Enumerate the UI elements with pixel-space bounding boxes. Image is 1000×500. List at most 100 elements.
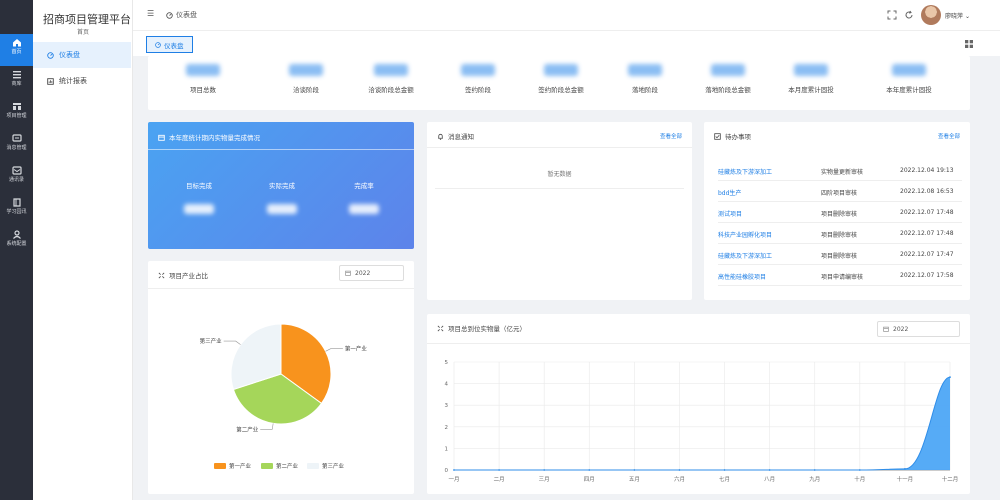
todo-title-text: 待办事项 [725,133,751,141]
data-point[interactable] [813,469,816,471]
stat-item: 本月度累计固投 [771,64,851,94]
table-row[interactable]: 硅藏炼及下游深加工 实物量更新审核 2022.12.04 19:13 [718,160,962,181]
book-icon [12,198,21,207]
pie-label: 第三产业 [200,337,223,345]
menu-item-dashboard[interactable]: 仪表盘 [33,42,131,68]
y-tick-label: 5 [445,360,449,366]
target-completion: 目标完成 [164,180,234,214]
notice-title: 消息通知 [437,131,474,141]
value-blurred [184,204,214,214]
data-point[interactable] [858,469,861,471]
icon-rail: 首页 商库 项目管理 消息管理 通讯录 学习园讯 系统配置 [0,0,33,500]
todo-time: 2022.12.07 17:48 [900,209,954,216]
top-header: ☰ 仪表盘 廖晓萍 ⌄ [133,0,1000,30]
table-row[interactable]: 科技产业园孵化项目 项目删除审核 2022.12.07 17:48 [718,223,962,244]
table-row[interactable]: 硅藏炼及下游深加工 项目删除审核 2022.12.07 17:47 [718,244,962,265]
investment-title: 项目总到位实物量（亿元） [437,323,526,333]
x-tick-label: 十月 [854,475,865,483]
rail-item-projects[interactable]: 项目管理 [0,98,33,130]
todo-type: 项目删除审核 [821,211,858,218]
data-point[interactable] [904,468,906,470]
rail-item-learning[interactable]: 学习园讯 [0,194,33,226]
stat-item: 签约阶段总金额 [521,64,601,94]
pie-leader-line [325,348,343,352]
stat-label: 本年度累计固投 [886,86,932,94]
legend-swatch [307,463,319,469]
user-avatar[interactable] [921,5,941,25]
rail-item-settings[interactable]: 系统配置 [0,226,33,258]
data-point[interactable] [498,469,500,471]
home-icon [12,39,21,47]
collapse-menu-icon[interactable]: ☰ [147,9,154,18]
rail-item-messages[interactable]: 消息管理 [0,130,33,162]
tab-dashboard[interactable]: 仪表盘 [146,36,193,53]
stat-value-blurred [461,64,495,76]
year-select[interactable]: 2022 [339,265,404,281]
year-select[interactable]: 2022 [877,321,960,337]
data-point[interactable] [543,469,546,471]
todo-name[interactable]: bdd生产 [718,188,741,197]
list-icon [12,71,21,79]
y-tick-label: 4 [445,382,449,388]
data-point[interactable] [453,469,455,471]
todo-name[interactable]: 高性能硅橡胶项目 [718,272,766,281]
legend-item[interactable]: 第二产业 [261,462,298,470]
user-menu[interactable]: 廖晓萍 ⌄ [945,11,970,20]
grid-icon[interactable] [965,40,973,48]
sidebar: 招商项目管理平台 首页 仪表盘 统计报表 [33,0,133,500]
value-blurred [267,204,297,214]
table-row[interactable]: 高性能硅橡胶项目 项目申请编审核 2022.12.07 17:58 [718,265,962,286]
todo-name[interactable]: 硅藏炼及下游深加工 [718,167,772,176]
divider [148,288,414,289]
legend-label: 第三产业 [322,464,345,470]
fullscreen-icon[interactable] [887,10,897,20]
data-point[interactable] [588,469,591,471]
legend-item[interactable]: 第一产业 [214,462,251,470]
rail-item-library[interactable]: 商库 [0,66,33,98]
x-tick-label: 六月 [674,475,685,483]
contacts-icon [11,166,22,175]
data-point[interactable] [723,469,726,471]
todo-time: 2022.12.07 17:48 [900,230,954,237]
area-fill [454,377,950,470]
rail-label: 系统配置 [6,241,27,247]
stat-value-blurred [711,64,745,76]
x-tick-label: 十一月 [897,475,914,483]
data-point[interactable] [633,469,636,471]
x-tick-label: 四月 [584,476,595,483]
actual-label: 实际完成 [269,182,295,190]
completion-rate: 完成率 [329,180,399,214]
investment-area-chart: 0 1 2 3 4 5 一月 二月 三月 四月 五月 六月 七月 八月 九月 十月 十一月 十二月 [445,360,959,483]
series-line[interactable] [454,376,951,471]
stat-item: 项目总数 [163,64,243,94]
app-subtitle: 首页 [76,29,89,36]
todo-name[interactable]: 硅藏炼及下游深加工 [718,251,772,260]
menu-item-report[interactable]: 统计报表 [33,68,131,94]
table-row[interactable]: 测试项目 项目删除审核 2022.12.07 17:48 [718,202,962,223]
investment-title-text: 项目总到位实物量（亿元） [448,325,526,333]
stat-item: 洽谈阶段 [266,64,346,94]
rate-label: 完成率 [354,182,374,190]
todo-icon [714,132,721,140]
industry-share-title-text: 项目产业占比 [169,272,208,280]
todo-name[interactable]: 测试项目 [718,209,742,218]
view-all-link[interactable]: 查看全部 [660,132,682,140]
y-tick-label: 3 [445,403,449,409]
data-point[interactable] [768,469,771,471]
dashboard-icon [155,41,161,48]
view-all-link[interactable]: 查看全部 [938,132,960,140]
table-row[interactable]: bdd生产 四阶项目审核 2022.12.08 16:53 [718,181,962,202]
legend-label: 第二产业 [276,464,299,470]
stat-item: 签约阶段 [438,64,518,94]
rail-item-contacts[interactable]: 通讯录 [0,162,33,194]
stat-item: 本年度累计固投 [869,64,949,94]
legend-item[interactable]: 第三产业 [307,462,344,470]
todo-type: 四阶项目审核 [821,190,858,197]
data-point[interactable] [949,376,951,379]
pie-leader-line [223,340,241,345]
rail-item-home[interactable]: 首页 [0,34,33,66]
data-point[interactable] [678,469,681,471]
refresh-icon[interactable] [904,10,914,20]
legend-swatch [261,463,273,469]
todo-name[interactable]: 科技产业园孵化项目 [718,230,772,239]
